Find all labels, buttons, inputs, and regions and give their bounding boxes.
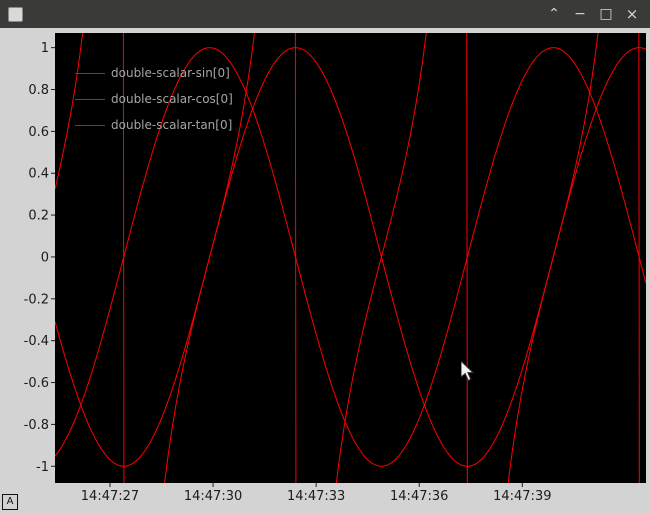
- legend-label-tan: double-scalar-tan[0]: [111, 118, 232, 132]
- legend-label-cos: double-scalar-cos[0]: [111, 92, 233, 106]
- legend-label-sin: double-scalar-sin[0]: [111, 66, 230, 80]
- x-tick-label: 14:47:27: [81, 489, 139, 504]
- y-tick-label: 0.2: [28, 209, 49, 224]
- plot-label-badge: A: [2, 494, 18, 510]
- minimize-button[interactable]: −: [570, 4, 590, 24]
- y-tick-label: -0.4: [24, 334, 49, 349]
- y-tick-label: -0.8: [24, 418, 49, 433]
- y-tick-label: 0.8: [28, 83, 49, 98]
- titlebar[interactable]: ⌃ − □ ×: [0, 0, 650, 28]
- legend-line-sample-icon: [75, 125, 105, 126]
- x-tick-label: 14:47:36: [390, 489, 448, 504]
- legend-line-sample-icon: [75, 73, 105, 74]
- x-tick-label: 14:47:39: [493, 489, 551, 504]
- maximize-button[interactable]: □: [596, 4, 616, 24]
- x-tick-label: 14:47:33: [287, 489, 345, 504]
- app-icon[interactable]: [8, 7, 23, 22]
- x-tick-label: 14:47:30: [184, 489, 242, 504]
- plot-window-content: 1 0.8 0.6 0.4 0.2 0 -0.2 -0.4 -0.6 -0.8 -1 14:47:27…: [0, 28, 650, 514]
- legend-item: double-scalar-tan[0]: [75, 112, 233, 138]
- y-tick-label: 0: [41, 250, 49, 265]
- legend-item: double-scalar-sin[0]: [75, 60, 233, 86]
- y-tick-label: -0.6: [24, 376, 49, 391]
- close-button[interactable]: ×: [622, 4, 642, 24]
- y-tick-label: -1: [36, 460, 49, 475]
- y-tick-label: 0.4: [28, 167, 49, 182]
- plot-legend: double-scalar-sin[0] double-scalar-cos[0…: [75, 60, 233, 138]
- y-tick-label: 1: [41, 41, 49, 56]
- legend-line-sample-icon: [75, 99, 105, 100]
- legend-item: double-scalar-cos[0]: [75, 86, 233, 112]
- shade-button[interactable]: ⌃: [544, 4, 564, 24]
- y-tick-label: 0.6: [28, 125, 49, 140]
- y-tick-label: -0.2: [24, 292, 49, 307]
- app-window: ⌃ − □ × 1 0.8 0.6 0.4 0.2 0 -0.2 -0.4 -0.6 -0.8 -1…: [0, 0, 650, 514]
